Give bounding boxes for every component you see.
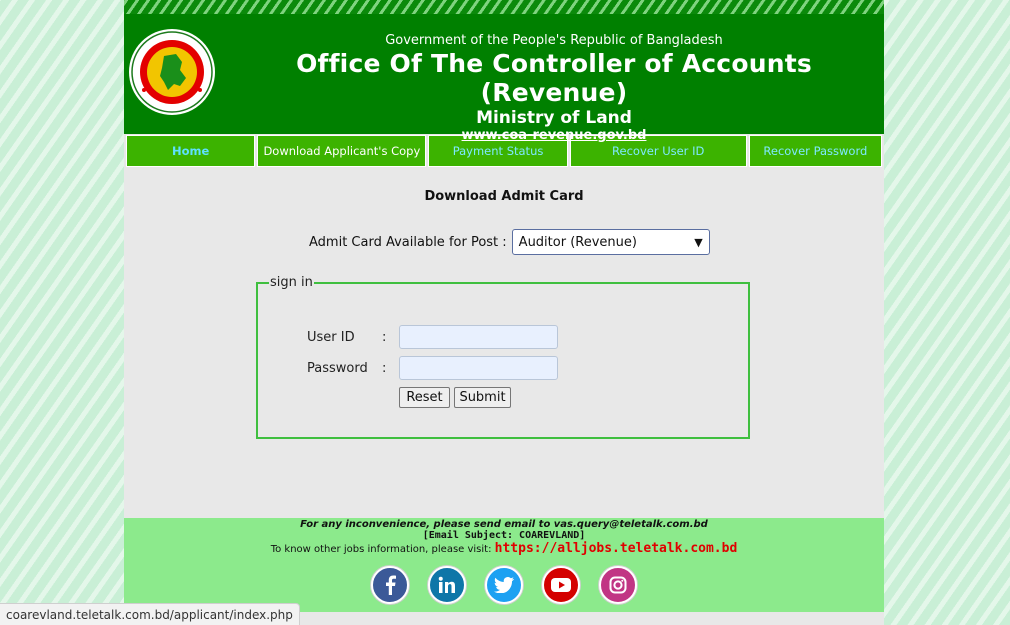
government-seal-icon (129, 29, 215, 115)
user-id-label: User ID (307, 330, 355, 345)
instagram-icon[interactable] (599, 566, 637, 604)
ministry-name: Ministry of Land (476, 108, 632, 128)
page-container: Government of the People's Republic of B… (124, 0, 884, 625)
social-links (124, 566, 884, 604)
signin-legend: sign in (270, 275, 313, 290)
linkedin-icon[interactable] (428, 566, 466, 604)
password-input[interactable] (399, 356, 558, 380)
footer-jobs-text: To know other jobs information, please v… (270, 544, 492, 555)
signin-fieldset: sign in User ID : Password : Reset Submi… (256, 275, 750, 439)
site-header: Government of the People's Republic of B… (124, 14, 884, 143)
footer-email-subject: [Email Subject: COAREVLAND] (422, 530, 586, 541)
website-link[interactable]: www.coa-revenue.gov.bd (224, 128, 884, 143)
government-line: Government of the People's Republic of B… (385, 33, 723, 48)
facebook-icon[interactable] (371, 566, 409, 604)
post-select[interactable]: Auditor (Revenue) ▼ (511, 229, 710, 255)
post-selected-value: Auditor (Revenue) (518, 234, 637, 250)
office-title: Office Of The Controller of Accounts (Re… (296, 49, 812, 107)
chevron-down-icon: ▼ (694, 235, 703, 249)
main-content: Download Admit Card Admit Card Available… (124, 167, 884, 519)
user-id-colon: : (382, 330, 387, 345)
page-title: Download Admit Card (424, 189, 584, 204)
footer-jobs-line: To know other jobs information, please v… (124, 541, 884, 556)
post-label: Admit Card Available for Post : (309, 234, 507, 250)
top-strip (124, 0, 884, 14)
password-colon: : (382, 361, 387, 376)
footer-contact-line: For any inconvenience, please send email… (300, 519, 708, 530)
youtube-icon[interactable] (542, 566, 580, 604)
reset-button[interactable]: Reset (399, 387, 450, 408)
user-id-input[interactable] (399, 325, 558, 349)
alljobs-link[interactable]: https://alljobs.teletalk.com.bd (495, 541, 738, 556)
post-select-row: Admit Card Available for Post : Auditor … (309, 229, 710, 255)
twitter-icon[interactable] (485, 566, 523, 604)
browser-status-bar: coarevland.teletalk.com.bd/applicant/ind… (0, 603, 300, 625)
submit-button[interactable]: Submit (454, 387, 511, 408)
password-label: Password (307, 361, 368, 376)
site-footer: For any inconvenience, please send email… (124, 518, 884, 612)
